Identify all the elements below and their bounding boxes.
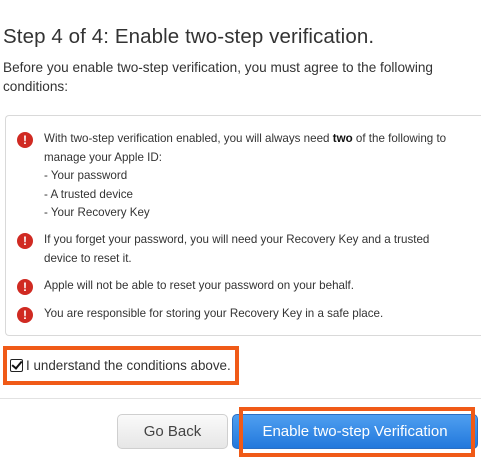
- agree-label[interactable]: I understand the conditions above.: [26, 358, 231, 373]
- go-back-button[interactable]: Go Back: [117, 414, 228, 449]
- condition-forgot-password: ! If you forget your password, you will …: [17, 231, 457, 268]
- condition-text-bold: two: [332, 132, 353, 145]
- alert-icon: !: [17, 233, 33, 249]
- page: Step 4 of 4: Enable two-step verificatio…: [0, 0, 481, 468]
- list-item: - Your password: [44, 169, 128, 182]
- condition-text: With two-step verification enabled, you …: [44, 130, 457, 223]
- condition-text-start: With two-step verification enabled, you …: [44, 132, 333, 145]
- list-item: - A trusted device: [44, 187, 133, 201]
- page-title: Step 4 of 4: Enable two-step verificatio…: [3, 25, 375, 48]
- agree-checkbox[interactable]: [10, 359, 23, 372]
- alert-icon: !: [17, 307, 33, 323]
- condition-text: Apple will not be able to reset your pas…: [44, 279, 354, 292]
- intro-text: Before you enable two-step verification,…: [3, 60, 433, 94]
- condition-text: If you forget your password, you will ne…: [44, 233, 430, 265]
- divider: [0, 398, 481, 399]
- list-item: - Your Recovery Key: [44, 206, 150, 219]
- condition-store-key: ! You are responsible for storing your R…: [17, 305, 457, 324]
- alert-icon: !: [17, 279, 33, 295]
- condition-two-factors: ! With two-step verification enabled, yo…: [17, 130, 457, 223]
- condition-text: You are responsible for storing your Rec…: [44, 307, 384, 320]
- enable-button-highlight: [239, 407, 475, 457]
- alert-icon: !: [17, 132, 33, 148]
- agree-checkbox-row[interactable]: I understand the conditions above.: [3, 346, 239, 385]
- condition-apple-reset: ! Apple will not be able to reset your p…: [17, 277, 457, 296]
